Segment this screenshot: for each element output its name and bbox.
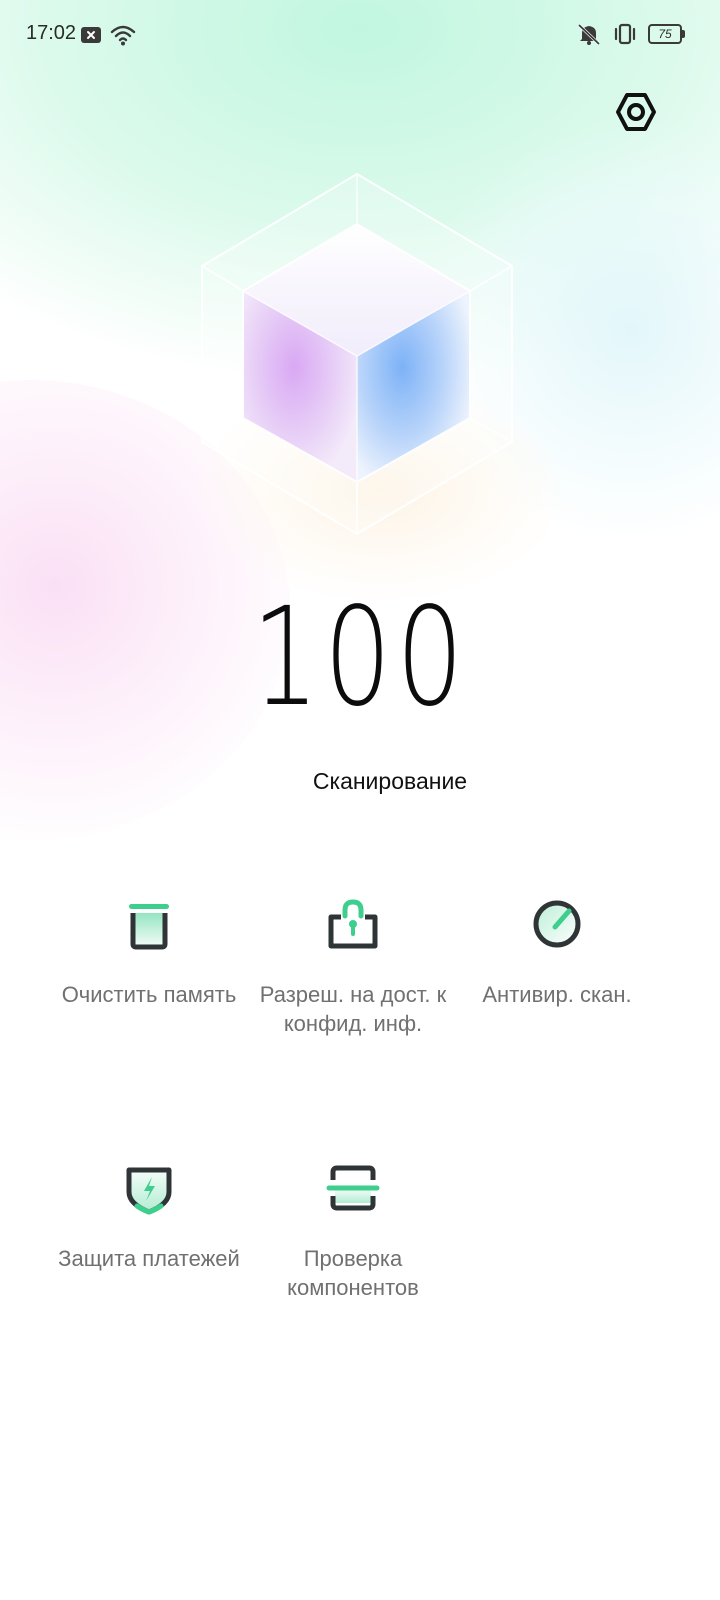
tool-clean-memory[interactable]: Очистить память: [54, 896, 244, 1009]
settings-button[interactable]: [612, 88, 660, 136]
security-cube-illustration: [190, 170, 530, 540]
notification-x-icon: [81, 27, 101, 43]
security-score: 100: [251, 579, 469, 737]
phone-manager-screen: 17:02 75 100 Сканирование Очистить памят…: [0, 0, 720, 1600]
wifi-icon: [110, 25, 136, 46]
tool-label: Антивир. скан.: [482, 982, 632, 1007]
payment-shield-icon: [126, 1167, 172, 1215]
settings-hexagon-icon: [616, 93, 656, 131]
trash-icon: [129, 904, 169, 950]
scan-button[interactable]: Сканирование: [260, 768, 520, 795]
mute-icon: [577, 23, 601, 46]
tool-label: Проверка компонентов: [287, 1246, 419, 1300]
tool-label: Разреш. на дост. к конфид. инф.: [259, 982, 447, 1036]
tool-label: Защита платежей: [58, 1246, 240, 1271]
status-bar: 17:02 75: [0, 0, 720, 70]
tool-label: Очистить память: [61, 982, 237, 1007]
status-right-icons: 75: [576, 22, 685, 46]
vibrate-icon: [614, 23, 636, 45]
tool-privacy-permissions[interactable]: Разреш. на дост. к конфид. инф.: [258, 896, 448, 1038]
tool-component-check[interactable]: Проверка компонентов: [258, 1160, 448, 1302]
privacy-lock-icon: [328, 899, 378, 949]
tool-payment-protection[interactable]: Защита платежей: [54, 1160, 244, 1273]
tool-antivirus-scan[interactable]: Антивир. скан.: [462, 896, 652, 1009]
battery-icon: 75: [648, 24, 685, 44]
antivirus-gauge-icon: [533, 900, 581, 948]
status-left-icons: [80, 24, 136, 46]
status-time: 17:02: [26, 22, 77, 44]
component-scan-icon: [326, 1165, 380, 1211]
